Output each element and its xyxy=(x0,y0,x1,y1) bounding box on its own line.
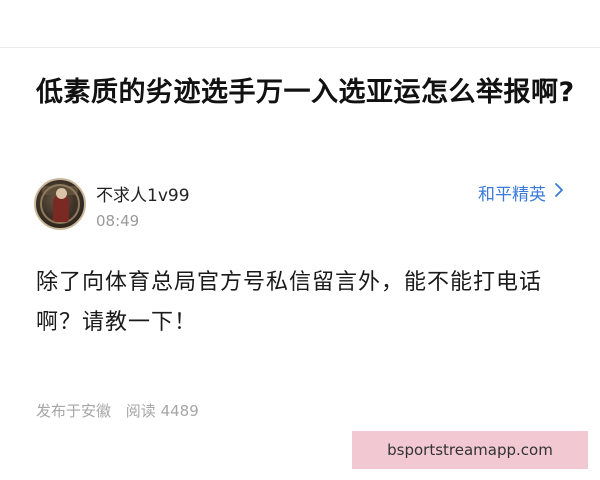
post-body: 除了向体育总局官方号私信留言外，能不能打电话啊？请教一下！ xyxy=(36,270,543,335)
channel-label: 和平精英 xyxy=(478,185,546,205)
author-name[interactable]: 不求人1v99 xyxy=(96,181,190,206)
post-location: 发布于安徽 xyxy=(36,402,112,420)
watermark-text: bsportstreamapp.com xyxy=(387,441,553,459)
post-time: 08:49 xyxy=(96,212,140,230)
post-title: 低素质的劣迹选手万一入选亚运怎么举报啊? xyxy=(36,77,575,108)
channel-link[interactable]: 和平精英 xyxy=(478,180,564,205)
top-divider xyxy=(0,47,600,48)
post-meta: 发布于安徽 阅读 4489 xyxy=(36,400,199,421)
watermark: bsportstreamapp.com xyxy=(352,431,588,469)
avatar[interactable] xyxy=(34,178,86,230)
post-read-count: 阅读 4489 xyxy=(125,402,199,420)
chevron-right-icon xyxy=(554,182,564,203)
author-row: 不求人1v99 08:49 和平精英 xyxy=(34,176,574,236)
